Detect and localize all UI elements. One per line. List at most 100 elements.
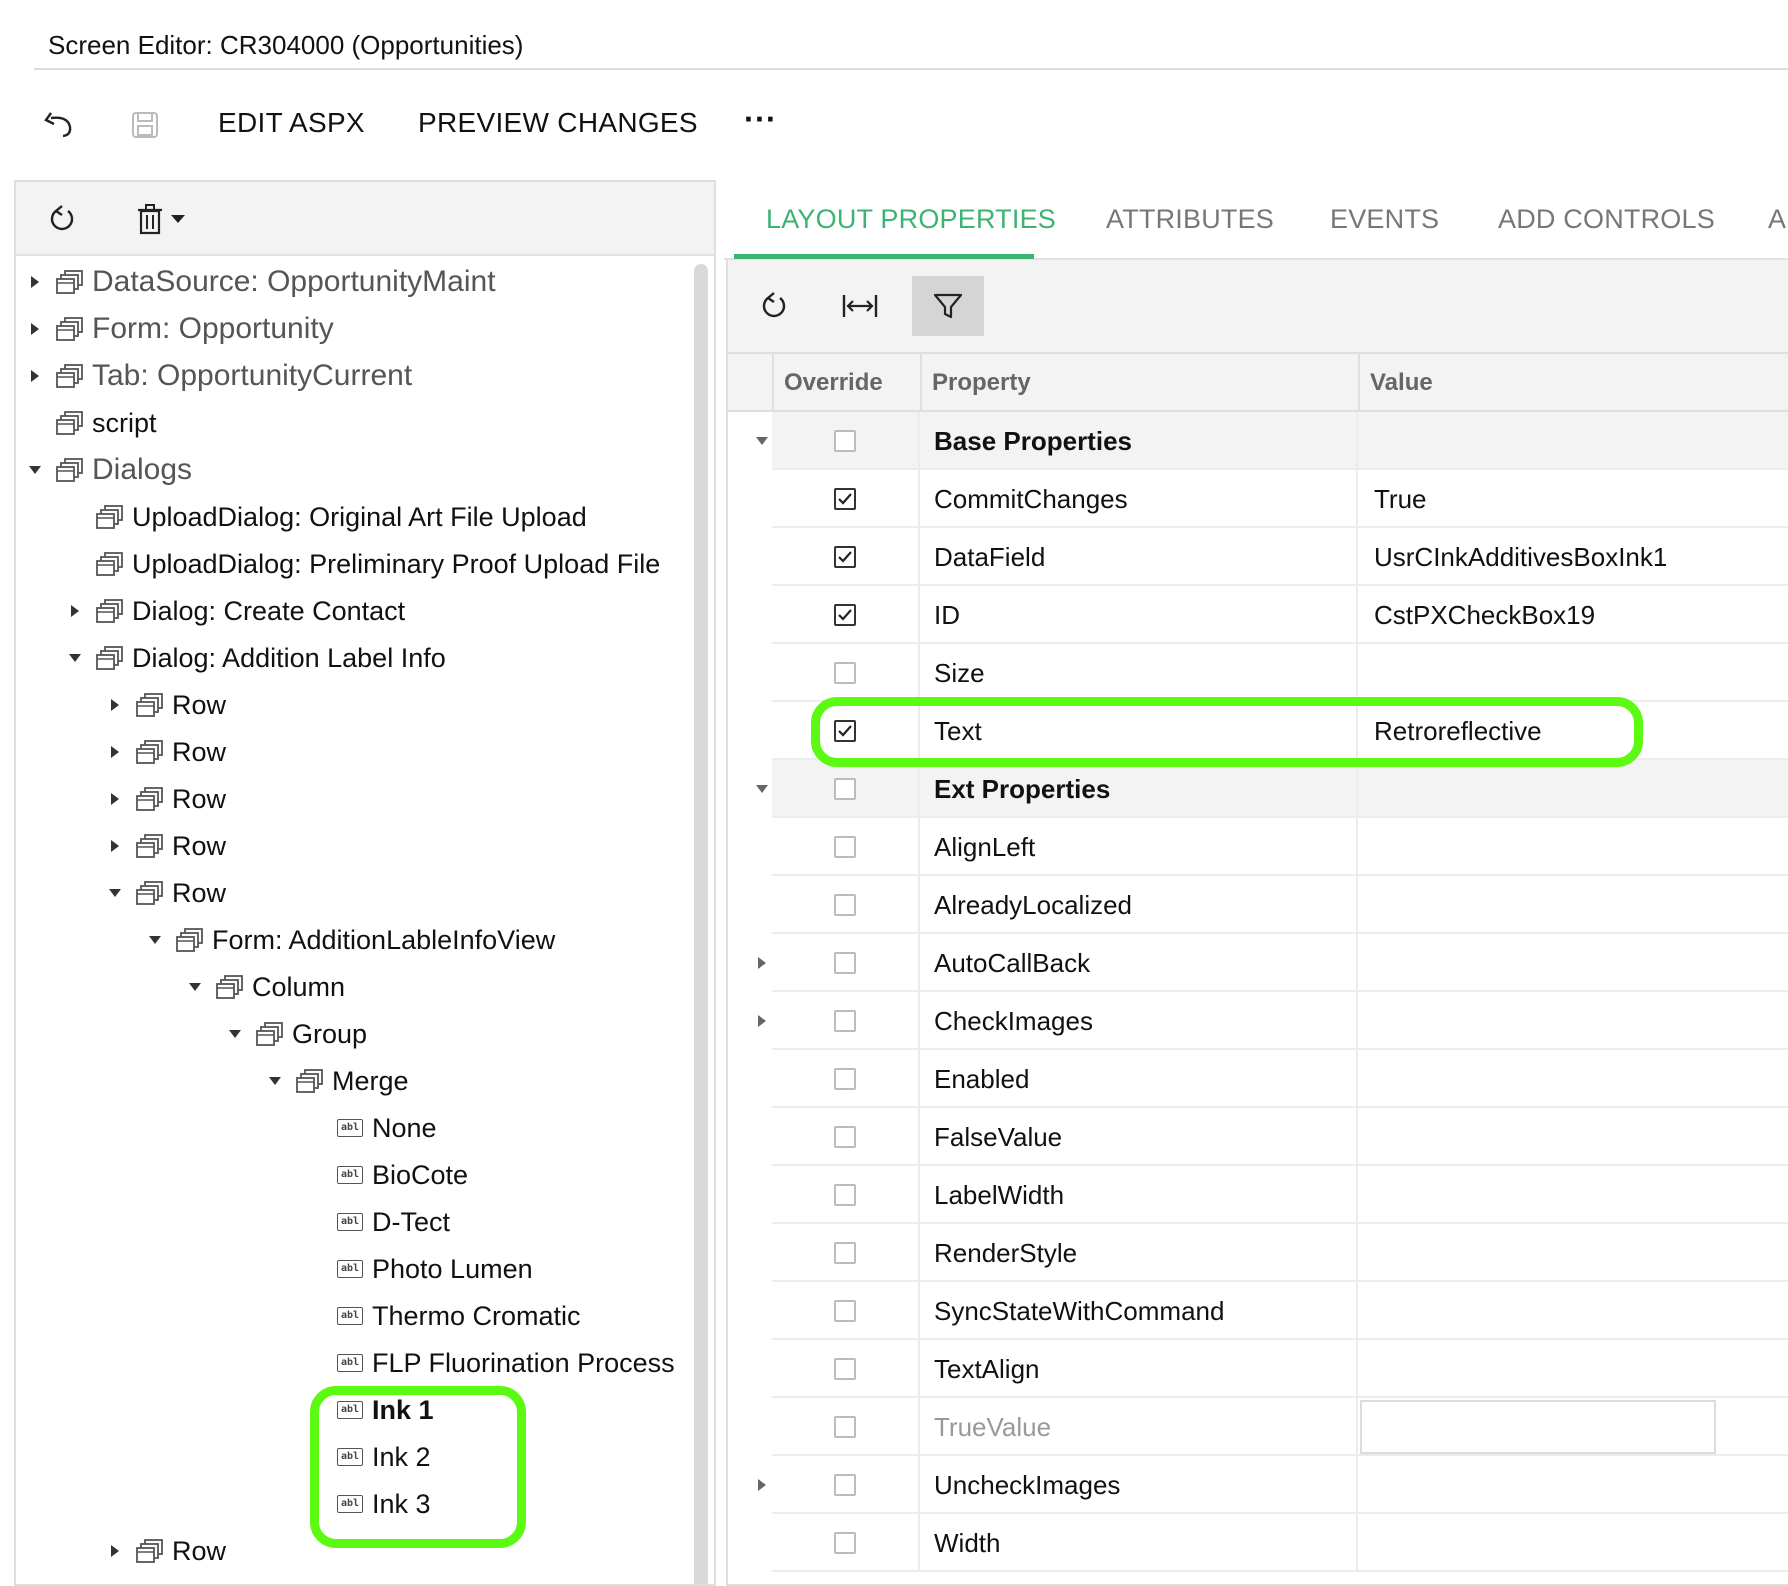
value-input[interactable]: [1360, 1400, 1716, 1454]
expand-down-icon[interactable]: [268, 1074, 282, 1088]
tree-scrollbar[interactable]: [694, 264, 708, 1584]
override-checkbox[interactable]: [834, 1010, 856, 1032]
expand-right-icon[interactable]: [108, 839, 122, 853]
override-checkbox[interactable]: [834, 1242, 856, 1264]
property-value[interactable]: [1358, 1514, 1788, 1572]
tree-node[interactable]: Row: [108, 823, 226, 869]
override-checkbox[interactable]: [834, 488, 856, 510]
override-checkbox[interactable]: [834, 1532, 856, 1554]
refresh-icon[interactable]: [738, 276, 810, 336]
property-row[interactable]: CommitChanges True: [728, 470, 1788, 528]
property-value[interactable]: [1358, 1108, 1788, 1166]
expand-right-icon[interactable]: [28, 369, 42, 383]
property-row[interactable]: DataField UsrCInkAdditivesBoxInk1: [728, 528, 1788, 586]
expand-right-icon[interactable]: [108, 698, 122, 712]
tab-add-controls[interactable]: ADD CONTROLS: [1498, 204, 1715, 235]
tree-node[interactable]: Merge: [268, 1058, 409, 1104]
override-checkbox[interactable]: [834, 1416, 856, 1438]
expand-property-icon[interactable]: [752, 992, 772, 1050]
tree-node[interactable]: abl FLP Fluorination Process: [308, 1340, 675, 1386]
override-checkbox[interactable]: [834, 1358, 856, 1380]
property-group-row[interactable]: Ext Properties: [728, 760, 1788, 818]
tree-node[interactable]: abl Ink 3: [308, 1481, 431, 1527]
override-checkbox[interactable]: [834, 1068, 856, 1090]
trash-icon[interactable]: [130, 199, 170, 239]
property-value[interactable]: [1358, 1166, 1788, 1224]
filter-icon[interactable]: [912, 276, 984, 336]
property-value[interactable]: [1358, 1050, 1788, 1108]
tree-node[interactable]: Row: [108, 870, 226, 916]
property-row[interactable]: AlreadyLocalized: [728, 876, 1788, 934]
property-row[interactable]: TextAlign: [728, 1340, 1788, 1398]
override-checkbox[interactable]: [834, 662, 856, 684]
column-header-value[interactable]: Value: [1358, 354, 1788, 412]
expand-down-icon[interactable]: [68, 651, 82, 665]
tree-node[interactable]: Tab: OpportunityCurrent: [28, 353, 412, 399]
property-value[interactable]: [1358, 1456, 1788, 1514]
property-row[interactable]: Text Retroreflective: [728, 702, 1788, 760]
collapse-group-icon[interactable]: [752, 760, 772, 818]
property-row[interactable]: SyncStateWithCommand: [728, 1282, 1788, 1340]
preview-changes-button[interactable]: PREVIEW CHANGES: [418, 107, 698, 139]
tab-attributes[interactable]: ATTRIBUTES: [1106, 204, 1274, 235]
tree-node[interactable]: Row: [108, 729, 226, 775]
expand-down-icon[interactable]: [28, 463, 42, 477]
tree-node[interactable]: abl Thermo Cromatic: [308, 1293, 581, 1339]
property-value[interactable]: [1358, 412, 1788, 470]
tree-node[interactable]: abl Ink 2: [308, 1434, 431, 1480]
tab-overflow[interactable]: A: [1768, 204, 1786, 235]
save-icon[interactable]: [125, 105, 165, 145]
tree-node[interactable]: Column: [188, 964, 345, 1010]
expand-down-icon[interactable]: [188, 980, 202, 994]
property-value[interactable]: Retroreflective: [1358, 702, 1788, 760]
expand-right-icon[interactable]: [28, 322, 42, 336]
property-value[interactable]: [1358, 1282, 1788, 1340]
override-checkbox[interactable]: [834, 894, 856, 916]
property-value[interactable]: [1358, 760, 1788, 818]
expand-down-icon[interactable]: [148, 933, 162, 947]
override-checkbox[interactable]: [834, 430, 856, 452]
refresh-icon[interactable]: [42, 199, 82, 239]
tree-node[interactable]: abl None: [308, 1105, 437, 1151]
fit-width-icon[interactable]: [824, 276, 896, 336]
property-row[interactable]: LabelWidth: [728, 1166, 1788, 1224]
property-row[interactable]: ID CstPXCheckBox19: [728, 586, 1788, 644]
property-value[interactable]: [1358, 1398, 1788, 1456]
expand-property-icon[interactable]: [752, 1456, 772, 1514]
tree-node[interactable]: Form: Opportunity: [28, 306, 334, 352]
expand-right-icon[interactable]: [68, 604, 82, 618]
tree-node[interactable]: Row: [108, 776, 226, 822]
edit-aspx-button[interactable]: EDIT ASPX: [218, 107, 365, 139]
tree-node[interactable]: abl Ink 1: [308, 1387, 434, 1433]
property-value[interactable]: [1358, 992, 1788, 1050]
override-checkbox[interactable]: [834, 836, 856, 858]
tree-node[interactable]: abl D-Tect: [308, 1199, 450, 1245]
override-checkbox[interactable]: [834, 546, 856, 568]
property-row[interactable]: Size: [728, 644, 1788, 702]
property-row[interactable]: Width: [728, 1514, 1788, 1572]
property-value[interactable]: [1358, 818, 1788, 876]
property-row[interactable]: AlignLeft: [728, 818, 1788, 876]
tab-events[interactable]: EVENTS: [1330, 204, 1439, 235]
override-checkbox[interactable]: [834, 778, 856, 800]
undo-icon[interactable]: [38, 105, 78, 145]
property-value[interactable]: UsrCInkAdditivesBoxInk1: [1358, 528, 1788, 586]
expand-right-icon[interactable]: [108, 1544, 122, 1558]
override-checkbox[interactable]: [834, 1474, 856, 1496]
expand-property-icon[interactable]: [752, 934, 772, 992]
property-value[interactable]: [1358, 1224, 1788, 1282]
tree-node[interactable]: Row: [108, 682, 226, 728]
tree-node[interactable]: abl Photo Lumen: [308, 1246, 533, 1292]
tree-node[interactable]: Dialog: Create Contact: [68, 588, 405, 634]
expand-right-icon[interactable]: [108, 745, 122, 759]
property-row[interactable]: TrueValue: [728, 1398, 1788, 1456]
column-header-property[interactable]: Property: [920, 354, 1358, 412]
property-value[interactable]: [1358, 876, 1788, 934]
property-row[interactable]: FalseValue: [728, 1108, 1788, 1166]
property-value[interactable]: [1358, 934, 1788, 992]
collapse-group-icon[interactable]: [752, 412, 772, 470]
property-value[interactable]: True: [1358, 470, 1788, 528]
tree-node[interactable]: DataSource: OpportunityMaint: [28, 259, 496, 305]
tree-node[interactable]: Row: [108, 1528, 226, 1574]
property-row[interactable]: Enabled: [728, 1050, 1788, 1108]
